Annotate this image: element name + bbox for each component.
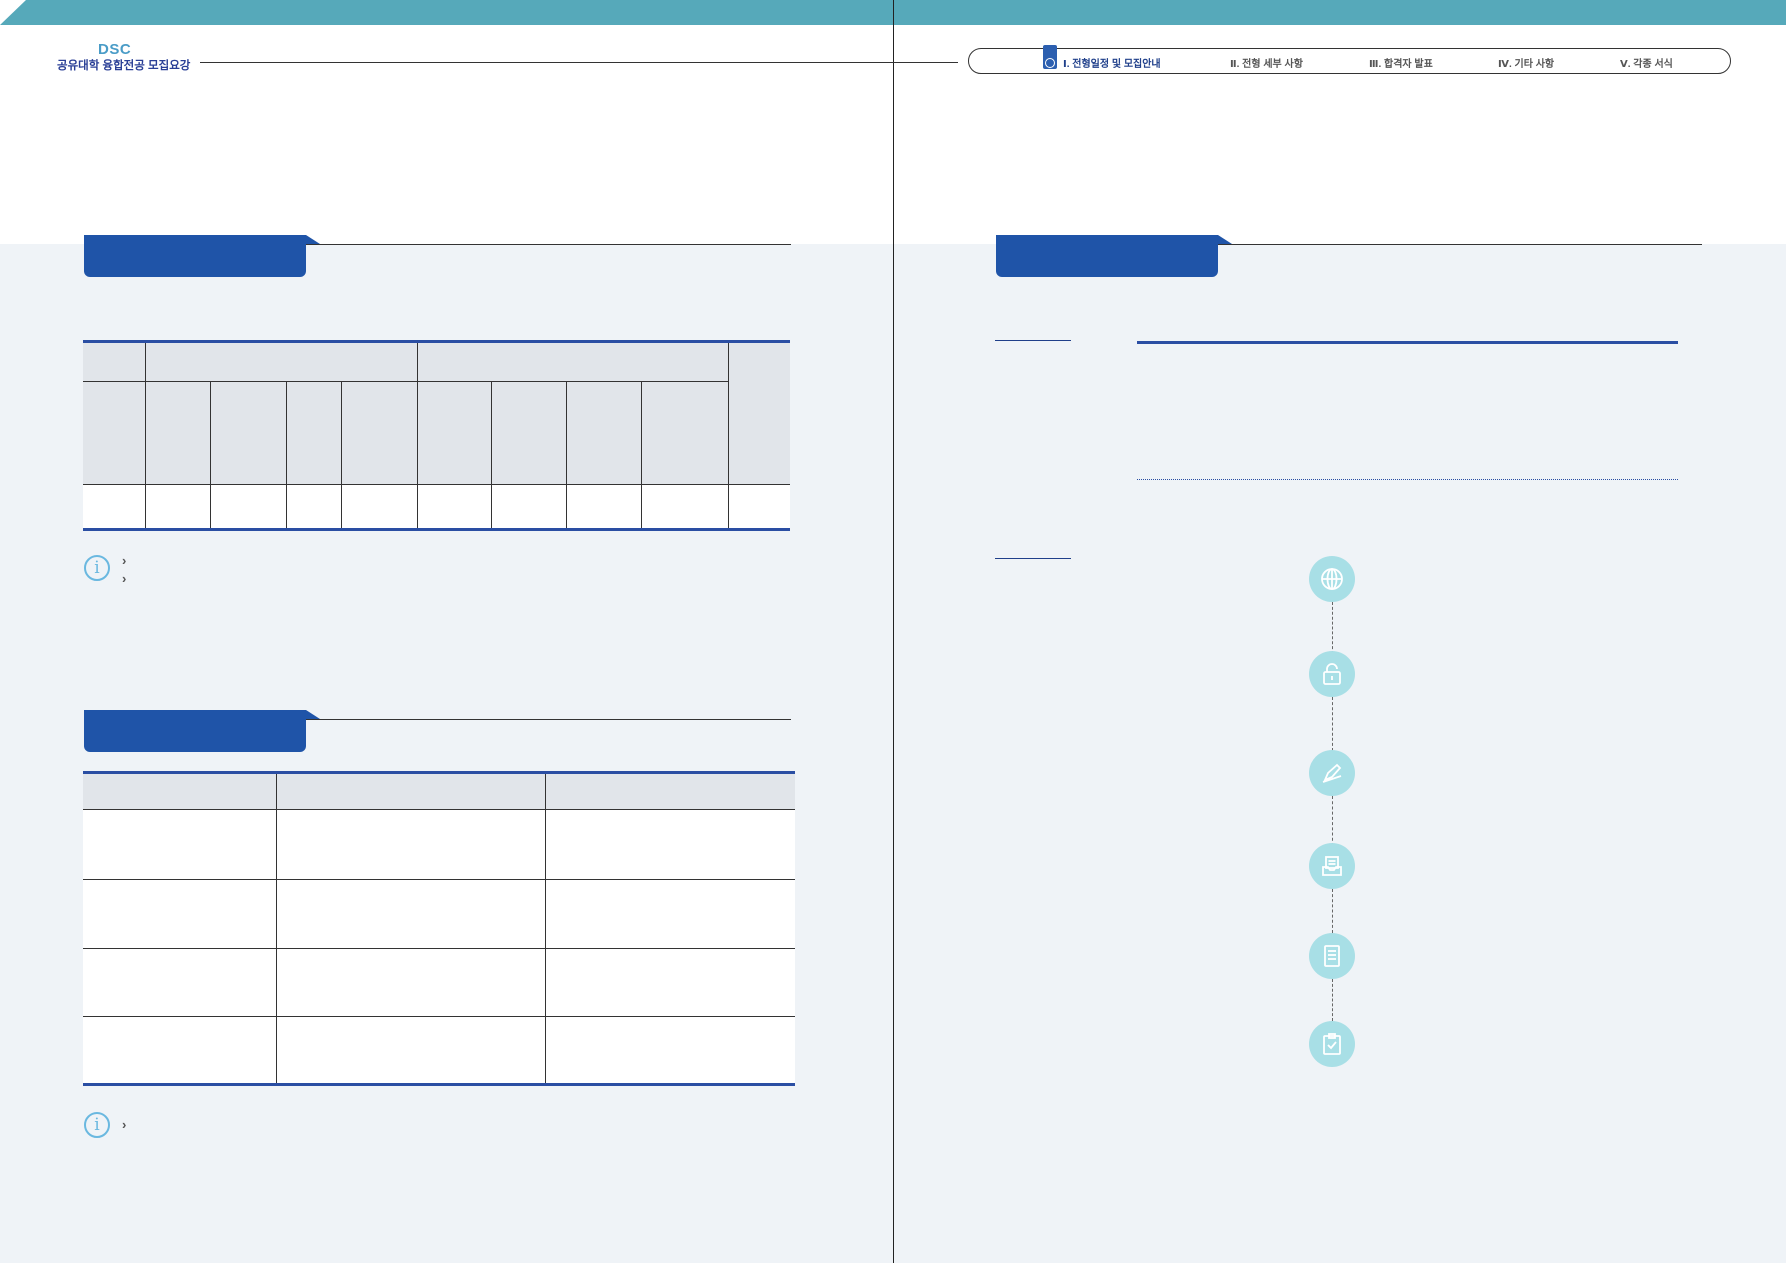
table-cell xyxy=(545,879,795,949)
table-cell xyxy=(276,772,546,811)
section-tab-3 xyxy=(996,235,1218,277)
section-tab-1-corner xyxy=(306,235,320,244)
dotted-divider xyxy=(1137,479,1678,480)
table-cell xyxy=(416,380,493,486)
step-connector xyxy=(1332,979,1333,1021)
nav-item-1[interactable]: Ⅰ. 전형일정 및 모집안내 xyxy=(1063,55,1161,70)
step-connector xyxy=(1332,697,1333,751)
page-spine xyxy=(893,0,894,1263)
section-tab-2 xyxy=(84,710,306,752)
table-cell xyxy=(491,380,567,486)
info-icon: i xyxy=(84,555,110,581)
note-bullet: › xyxy=(122,571,127,586)
table-cell xyxy=(565,380,642,486)
table-row xyxy=(83,879,277,949)
table-cell xyxy=(276,947,546,1018)
schedule-table xyxy=(83,771,795,1086)
note-bullet: › xyxy=(122,553,127,568)
table-cell xyxy=(340,380,418,486)
table-cell xyxy=(276,879,546,949)
bookmark-icon xyxy=(1045,58,1055,68)
table-row xyxy=(83,1016,277,1085)
table-cell xyxy=(545,772,795,811)
top-bar-corner xyxy=(0,0,26,25)
nav-item-3[interactable]: Ⅲ. 합격자 발표 xyxy=(1369,55,1433,70)
quota-table xyxy=(83,340,790,531)
nav-item-2[interactable]: Ⅱ. 전형 세부 사항 xyxy=(1230,55,1303,70)
section-tab-2-corner xyxy=(306,710,320,719)
table-cell xyxy=(728,484,790,530)
inbox-document-icon xyxy=(1309,843,1355,889)
document-subtitle: 공유대학 융합전공 모집요강 xyxy=(57,60,191,72)
nav-item-5[interactable]: Ⅴ. 각종 서식 xyxy=(1620,55,1673,70)
table-cell xyxy=(83,380,146,486)
pen-icon xyxy=(1309,750,1355,796)
section-rule-2 xyxy=(306,719,791,720)
nav-item-4[interactable]: Ⅳ. 기타 사항 xyxy=(1498,55,1554,70)
table-cell xyxy=(416,341,730,382)
subsection-marker-2 xyxy=(995,558,1071,559)
table-cell xyxy=(144,341,418,382)
subsection-rule xyxy=(1137,341,1678,344)
table-cell xyxy=(416,484,493,530)
table-row xyxy=(83,809,277,880)
table-cell xyxy=(545,947,795,1018)
section-rule-3 xyxy=(1218,244,1702,245)
unlock-icon xyxy=(1309,651,1355,697)
table-cell xyxy=(545,1016,795,1085)
step-connector xyxy=(1332,602,1333,654)
table-cell xyxy=(286,380,342,486)
clipboard-check-icon xyxy=(1309,1021,1355,1067)
table-cell xyxy=(565,484,642,530)
table-row xyxy=(83,947,277,1018)
table-cell xyxy=(640,484,730,530)
table-row xyxy=(83,484,146,530)
table-cell xyxy=(728,341,790,486)
globe-icon xyxy=(1309,556,1355,602)
table-cell xyxy=(286,484,342,530)
document-icon xyxy=(1309,933,1355,979)
table-cell xyxy=(640,380,729,486)
table-cell xyxy=(340,484,418,530)
logo: DSC xyxy=(98,41,132,58)
step-connector xyxy=(1332,796,1333,846)
section-tab-1 xyxy=(84,235,306,277)
table-cell xyxy=(210,484,288,530)
table-cell xyxy=(276,1016,546,1085)
table-cell xyxy=(144,484,212,530)
table-cell xyxy=(83,772,277,811)
note-bullet: › xyxy=(122,1117,127,1132)
table-cell xyxy=(491,484,567,530)
info-icon: i xyxy=(84,1112,110,1138)
header-rule xyxy=(200,62,958,63)
subsection-marker-1 xyxy=(995,340,1071,341)
section-tab-3-corner xyxy=(1218,235,1232,244)
table-cell xyxy=(144,380,212,486)
table-cell xyxy=(545,809,795,880)
table-cell xyxy=(83,341,146,382)
table-cell xyxy=(210,380,288,486)
step-connector xyxy=(1332,889,1333,933)
section-rule-1 xyxy=(306,244,791,245)
table-cell xyxy=(276,809,546,880)
